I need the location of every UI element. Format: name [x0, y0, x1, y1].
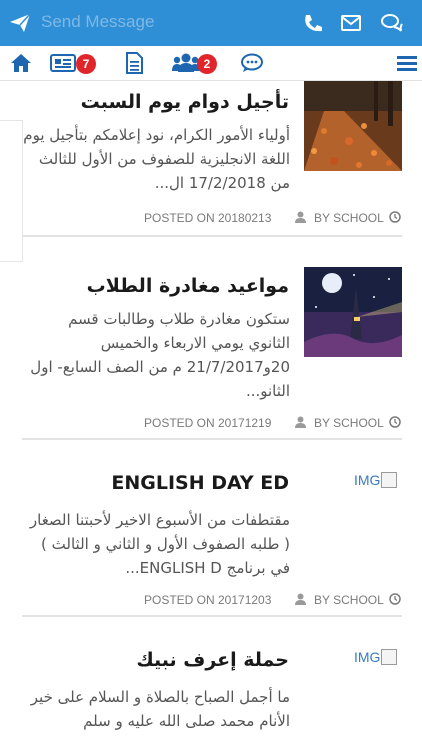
clock-icon	[389, 211, 401, 223]
post-title[interactable]: تأجيل دوام يوم السبت	[19, 91, 289, 113]
clock-icon	[389, 416, 401, 428]
divider	[22, 235, 402, 237]
nav-bar: 7 2	[0, 46, 422, 81]
drawer-handle[interactable]	[0, 120, 23, 262]
users-badge: 2	[197, 54, 217, 74]
user-icon	[295, 593, 306, 605]
document-icon[interactable]	[124, 52, 144, 74]
broken-image-icon	[381, 472, 398, 488]
post-date: POSTED ON 20180213	[144, 211, 272, 225]
send-message-input[interactable]: Send Message	[41, 12, 154, 32]
post-excerpt: أولياء الأمور الكرام، نود إعلامكم بتأجيل…	[23, 126, 290, 192]
post-excerpt: ستكون مغادرة طلاب وطالبات قسم الثانوي يو…	[30, 310, 290, 400]
clock-icon	[389, 593, 401, 605]
post-meta: POSTED ON 20171219 BY SCHOOL	[22, 414, 402, 432]
post-excerpt: ما أجمل الصباح بالصلاة و السلام على خير …	[30, 688, 290, 730]
post-excerpt: مقتطفات من الأسبوع الاخير لأحبتنا الصغار…	[29, 511, 290, 577]
post-author: BY SCHOOL	[314, 593, 384, 607]
post-title[interactable]: حملة إعرف نبيك	[19, 649, 289, 671]
user-icon	[295, 211, 306, 223]
post-meta: POSTED ON 20180213 BY SCHOOL	[22, 209, 402, 227]
send-icon[interactable]	[10, 14, 30, 32]
broken-image-icon	[381, 649, 398, 665]
post-date: POSTED ON 20171219	[144, 416, 272, 430]
post-image-autumn-road[interactable]	[304, 81, 402, 171]
news-badge: 7	[76, 54, 96, 74]
home-icon[interactable]	[10, 52, 32, 74]
post-title[interactable]: ENGLISH DAY ED	[19, 472, 289, 494]
phone-icon[interactable]	[302, 13, 324, 33]
divider	[22, 438, 402, 440]
post-author: BY SCHOOL	[314, 416, 384, 430]
post-title[interactable]: مواعيد مغادرة الطلاب	[19, 275, 289, 297]
news-icon[interactable]	[49, 52, 77, 74]
post-image-placeholder[interactable]: IMG	[354, 649, 398, 665]
chat-bubbles-icon[interactable]	[381, 13, 403, 33]
message-icon[interactable]	[240, 52, 264, 74]
post-meta: POSTED ON 20171203 BY SCHOOL	[22, 591, 402, 609]
post-image-night-lighthouse[interactable]	[304, 267, 402, 357]
divider	[22, 615, 402, 617]
menu-icon[interactable]	[397, 52, 417, 74]
post-author: BY SCHOOL	[314, 211, 384, 225]
mail-icon[interactable]	[340, 13, 362, 33]
post-date: POSTED ON 20171203	[144, 593, 272, 607]
message-bar: Send Message	[0, 0, 422, 46]
user-icon	[295, 416, 306, 428]
post-image-placeholder[interactable]: IMG	[354, 472, 398, 488]
users-icon[interactable]	[172, 52, 200, 74]
